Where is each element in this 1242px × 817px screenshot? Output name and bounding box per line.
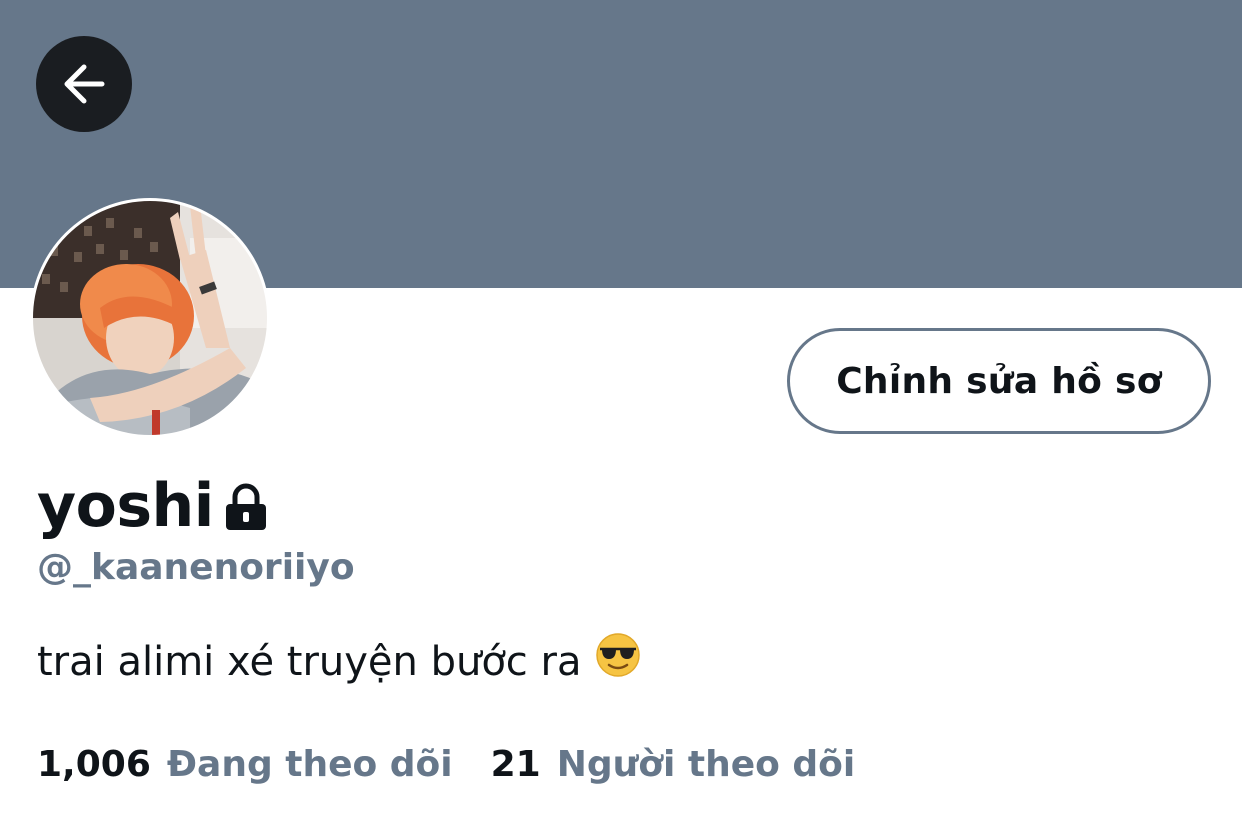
lock-icon: [222, 482, 270, 539]
bio-text: trai alimi xé truyện bước ra: [37, 638, 582, 685]
avatar-photo: [31, 199, 269, 437]
followers-stat[interactable]: 21 Người theo dõi: [491, 744, 856, 785]
display-name: yoshi: [37, 471, 214, 541]
following-count: 1,006: [37, 743, 151, 785]
avatar[interactable]: [30, 198, 270, 438]
profile-page: Chỉnh sửa hồ sơ yoshi @_kaanenoriiyo tra…: [0, 0, 1242, 817]
followers-count: 21: [490, 743, 541, 785]
following-label: Đang theo dõi: [166, 743, 453, 785]
profile-handle: @_kaanenoriiyo: [37, 547, 355, 588]
display-name-row: yoshi: [37, 470, 270, 542]
arrow-left-icon: [64, 64, 105, 104]
back-button[interactable]: [36, 36, 132, 132]
followers-label: Người theo dõi: [556, 743, 856, 785]
following-stat[interactable]: 1,006 Đang theo dõi: [37, 744, 453, 785]
sunglasses-emoji-icon: [595, 632, 641, 691]
profile-stats: 1,006 Đang theo dõi 21 Người theo dõi: [37, 740, 855, 788]
profile-bio: trai alimi xé truyện bước ra: [37, 632, 641, 691]
edit-profile-button[interactable]: Chỉnh sửa hồ sơ: [787, 328, 1211, 434]
